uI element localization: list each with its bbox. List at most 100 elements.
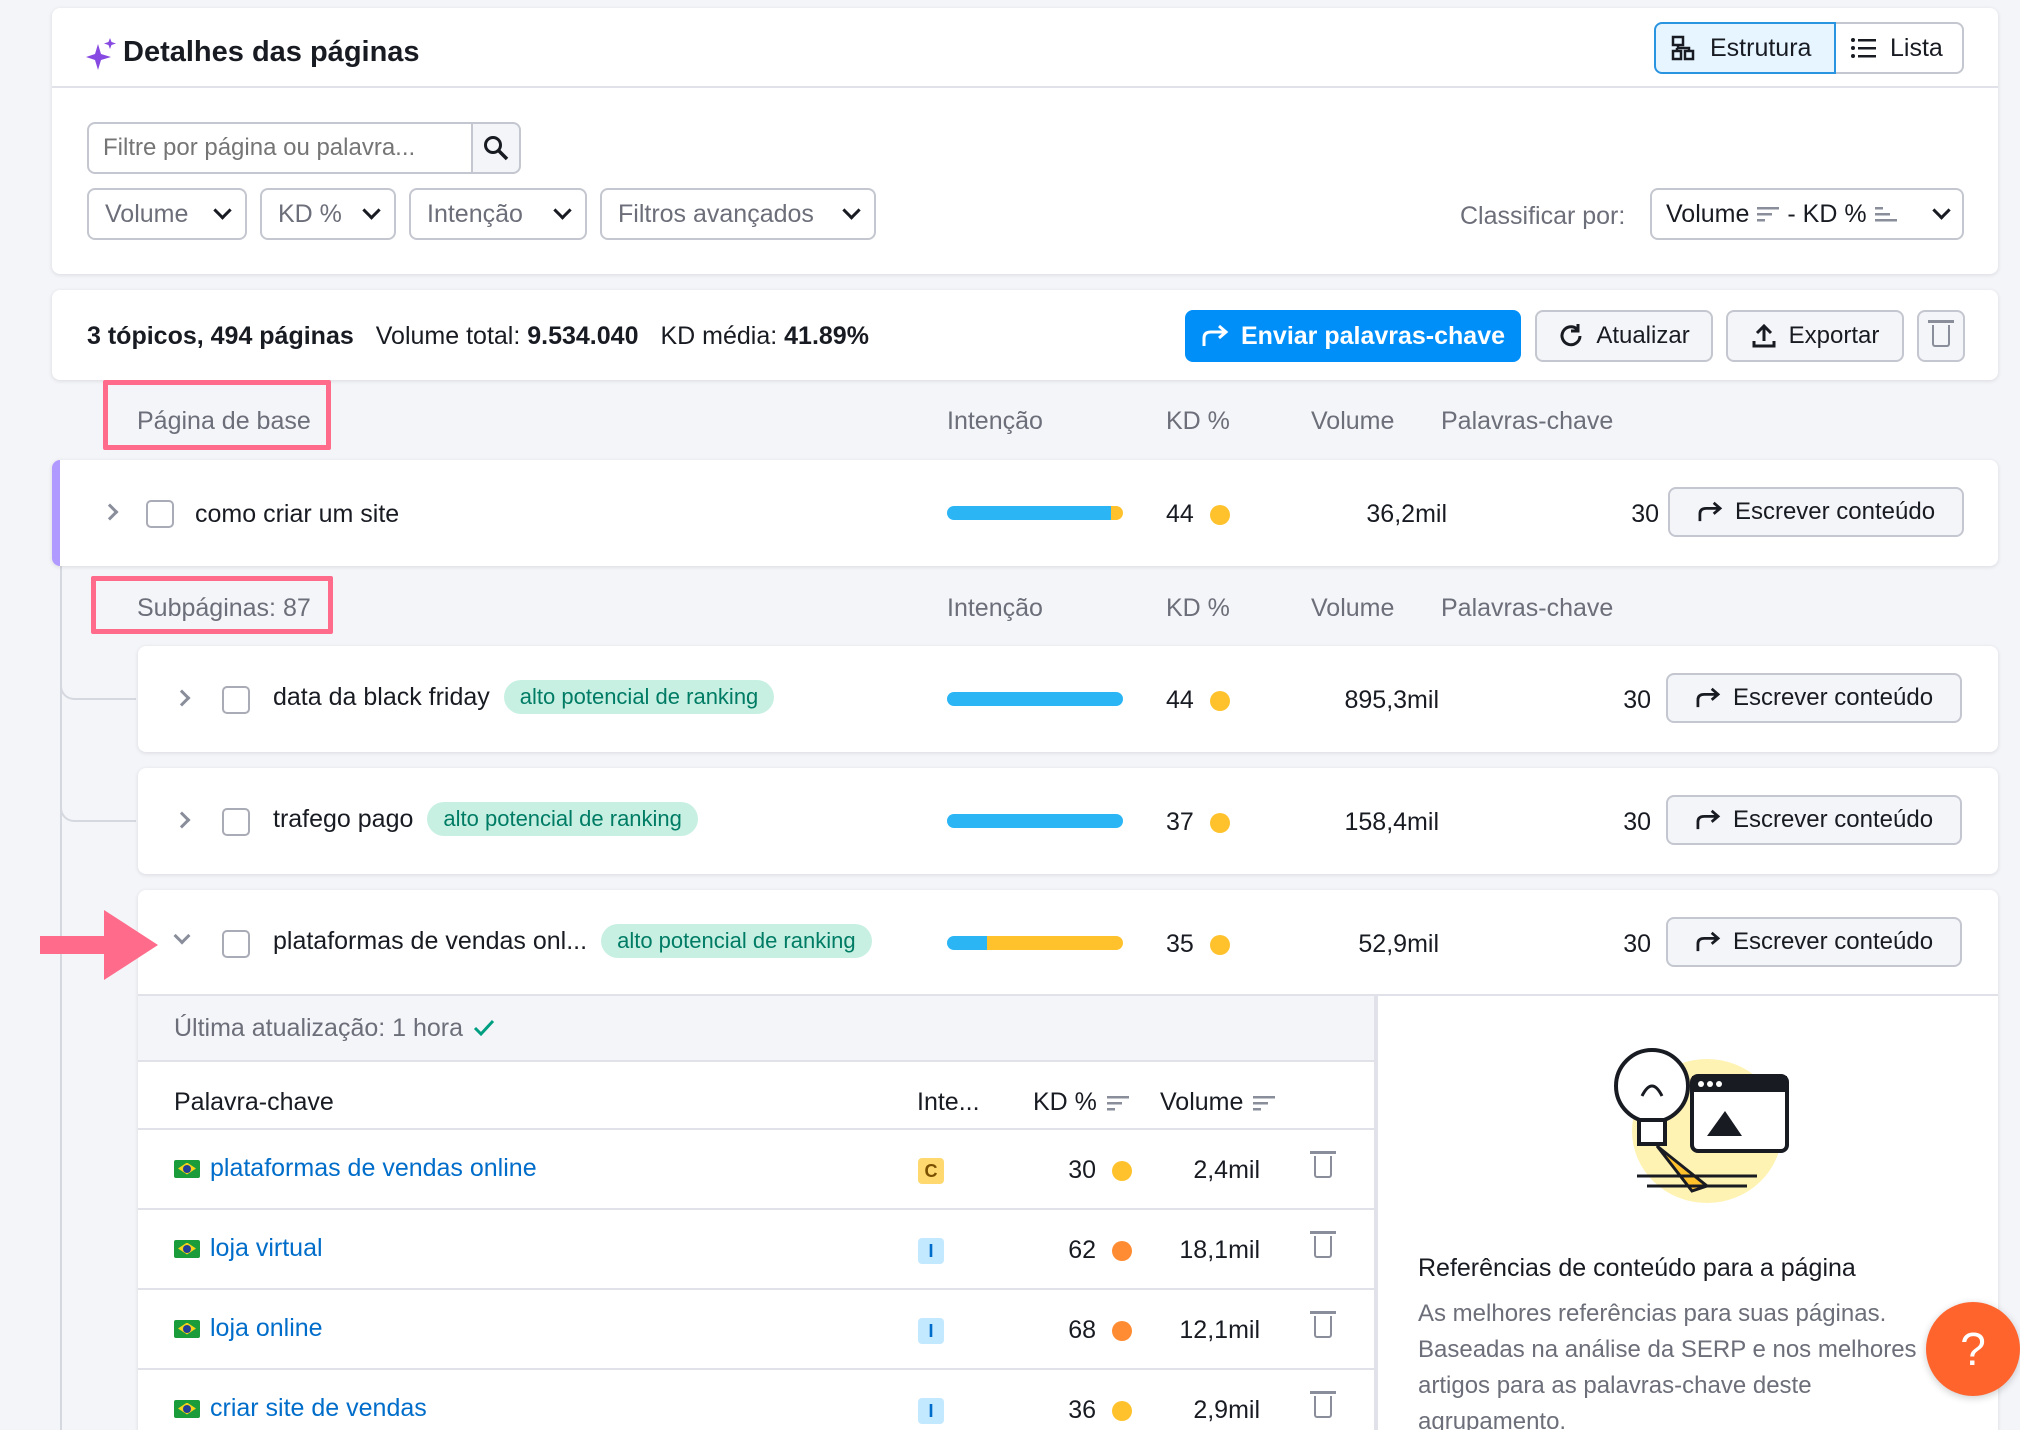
base-page-row[interactable]: como criar um site 44 36,2mil 30 Escreve… [52, 460, 1998, 566]
volume-filter-dropdown[interactable]: Volume [87, 188, 247, 240]
row-checkbox[interactable] [222, 930, 250, 958]
refresh-label: Atualizar [1596, 322, 1690, 349]
keywords-count: 30 [1623, 808, 1651, 836]
col-intent: Intenção [947, 594, 1043, 622]
delete-keyword-button[interactable] [1310, 1311, 1336, 1338]
refresh-button[interactable]: Atualizar [1535, 310, 1713, 362]
subpage-row-header[interactable]: plataformas de vendas onl... alto potenc… [138, 890, 1998, 996]
brazil-flag-icon [174, 1159, 200, 1178]
row-checkbox[interactable] [222, 808, 250, 836]
expand-chevron-icon[interactable] [173, 689, 191, 707]
view-structure-label: Estrutura [1710, 33, 1812, 62]
sort-desc-icon [1757, 207, 1780, 222]
kd-dot [1112, 1400, 1132, 1421]
intent-bar [947, 692, 1123, 706]
view-list-button[interactable]: Lista [1836, 22, 1964, 74]
keyword-link[interactable]: plataformas de vendas online [210, 1154, 537, 1183]
delete-button[interactable] [1917, 310, 1965, 362]
kd-value: 37 [1166, 808, 1230, 837]
subpage-row[interactable]: data da black friday alto potencial de r… [138, 646, 1998, 752]
write-content-button[interactable]: Escrever conteúdo [1666, 673, 1962, 723]
kd-dot [1112, 1320, 1132, 1341]
share-arrow-icon [1696, 687, 1721, 708]
help-button[interactable]: ? [1926, 1302, 2020, 1396]
chevron-down-icon [842, 200, 861, 220]
volume-filter-label: Volume [105, 199, 189, 228]
subpage-row[interactable]: trafego pago alto potencial de ranking 3… [138, 768, 1998, 874]
upload-icon [1752, 323, 1776, 348]
advanced-filters-dropdown[interactable]: Filtros avançados [600, 188, 876, 240]
delete-keyword-button[interactable] [1310, 1151, 1336, 1178]
brazil-flag-icon [174, 1319, 200, 1338]
intent-badge: I [918, 1318, 944, 1344]
volume-value: 36,2mil [1366, 500, 1447, 528]
tree-connector [60, 780, 136, 822]
volume-value: 158,4mil [1344, 808, 1440, 836]
intent-bar-commercial [1110, 506, 1123, 520]
row-name: plataformas de vendas onl... [273, 926, 588, 955]
intent-badge: I [918, 1238, 944, 1264]
export-button[interactable]: Exportar [1726, 310, 1904, 362]
last-update-bar: Última atualização: 1 hora [138, 996, 1374, 1062]
kd-value: 35 [1166, 930, 1230, 959]
intent-filter-label: Intenção [427, 199, 523, 228]
col-volume-sortable[interactable]: Volume [1160, 1088, 1276, 1117]
view-toggle: Estrutura Lista [1654, 22, 1964, 74]
intent-filter-dropdown[interactable]: Intenção [409, 188, 587, 240]
write-content-button[interactable]: Escrever conteúdo [1668, 487, 1964, 537]
intent-bar [947, 814, 1123, 828]
delete-keyword-button[interactable] [1310, 1391, 1336, 1418]
trash-icon [1310, 1391, 1336, 1418]
delete-keyword-button[interactable] [1310, 1231, 1336, 1258]
keyword-volume: 12,1mil [1179, 1316, 1260, 1344]
subpage-row-expanded: plataformas de vendas onl... alto potenc… [138, 890, 1998, 1430]
intent-bar-informational [947, 506, 1111, 520]
volume-value: 52,9mil [1358, 930, 1439, 958]
kd-dot [1112, 1240, 1132, 1261]
sort-dropdown[interactable]: Volume - KD % [1650, 188, 1964, 240]
keyword-volume: 2,9mil [1193, 1396, 1260, 1424]
kd-dot [1112, 1160, 1132, 1181]
idea-illustration [1597, 1036, 1797, 1206]
write-content-button[interactable]: Escrever conteúdo [1666, 795, 1962, 845]
row-checkbox[interactable] [146, 500, 174, 528]
advanced-filters-label: Filtros avançados [618, 199, 814, 228]
search-icon [484, 136, 509, 161]
keyword-link[interactable]: loja virtual [210, 1234, 323, 1263]
kd-filter-dropdown[interactable]: KD % [260, 188, 396, 240]
intent-badge: I [918, 1398, 944, 1424]
intent-bar-informational [947, 814, 1123, 828]
keyword-row: criar site de vendas I 36 2,9mil [138, 1370, 1374, 1430]
send-keywords-button[interactable]: Enviar palavras-chave [1185, 310, 1521, 362]
page-title: Detalhes das páginas [123, 36, 420, 68]
view-structure-button[interactable]: Estrutura [1654, 22, 1836, 74]
content-references-text: As melhores referências para suas página… [1418, 1300, 1917, 1430]
help-icon: ? [1960, 1323, 1986, 1375]
write-content-label: Escrever conteúdo [1732, 684, 1934, 711]
share-arrow-icon [1698, 501, 1723, 522]
arrow-annotation-icon [40, 910, 158, 980]
keyword-volume: 18,1mil [1179, 1236, 1260, 1264]
keyword-row: loja online I 68 12,1mil [138, 1290, 1374, 1370]
search-button[interactable] [473, 122, 521, 174]
search-input[interactable] [87, 122, 473, 174]
keyword-link[interactable]: loja online [210, 1314, 323, 1343]
kd-dot [1209, 812, 1230, 833]
row-name: como criar um site [195, 500, 400, 528]
keyword-kd: 62 [1018, 1236, 1132, 1265]
structure-icon [1671, 35, 1695, 61]
col-kd: KD % [1166, 594, 1230, 622]
kd-dot [1209, 934, 1230, 955]
volume-value: 895,3mil [1344, 686, 1440, 714]
sort-icon [1253, 1095, 1276, 1110]
keyword-link[interactable]: criar site de vendas [210, 1394, 427, 1423]
row-checkbox[interactable] [222, 686, 250, 714]
expand-chevron-icon[interactable] [173, 811, 191, 829]
collapse-chevron-icon[interactable] [173, 927, 191, 945]
intent-badge: C [918, 1158, 944, 1184]
write-content-button[interactable]: Escrever conteúdo [1666, 917, 1962, 967]
share-arrow-icon [1696, 931, 1721, 952]
trash-icon [1928, 320, 1954, 347]
expand-chevron-icon[interactable] [101, 503, 119, 521]
col-kd-sortable[interactable]: KD % [1033, 1088, 1129, 1117]
